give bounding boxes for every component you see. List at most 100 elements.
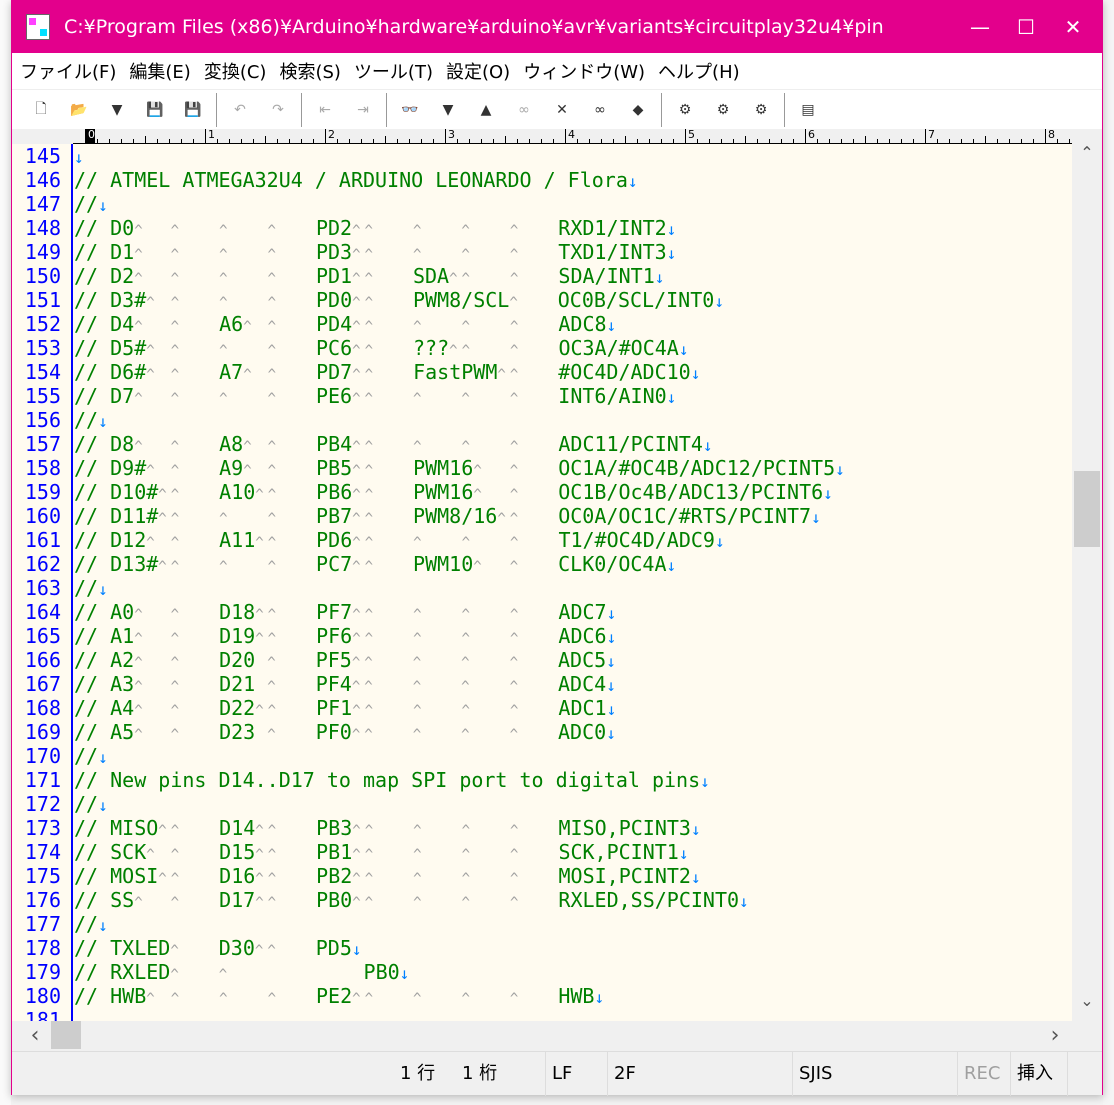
- grep-icon[interactable]: ∞: [581, 95, 619, 125]
- menu-item[interactable]: ファイル(F): [20, 58, 116, 84]
- redo-icon[interactable]: ↷: [259, 95, 297, 125]
- menu-item[interactable]: ウィンドウ(W): [523, 58, 645, 84]
- app-icon[interactable]: [26, 14, 50, 40]
- forward-icon[interactable]: ⇥: [344, 95, 382, 125]
- menu-item[interactable]: 編集(E): [129, 58, 190, 84]
- code-line[interactable]: // A2^ ^ D20 ^ PF5^ ^ ^ ^ ^ ADC5↓: [74, 648, 616, 672]
- outline-icon[interactable]: ◆: [619, 95, 657, 125]
- menu-item[interactable]: 設定(O): [446, 58, 510, 84]
- code-line[interactable]: // D7^ ^ ^ ^ PE6^ ^ ^ ^ ^ INT6/AIN0↓: [74, 384, 676, 408]
- minimize-button[interactable]: —: [957, 1, 1003, 53]
- code-line[interactable]: // New pins D14..D17 to map SPI port to …: [74, 768, 710, 792]
- code-line[interactable]: // D2^ ^ ^ ^ PD1^ ^ SDA^ ^ ^ SDA/INT1↓: [74, 264, 664, 288]
- settings-common-icon[interactable]: ⚙: [666, 95, 704, 125]
- code-line[interactable]: // D12^ ^ A11^ ^ PD6^ ^ ^ ^ ^ T1/#OC4D/ADC9↓: [74, 528, 725, 552]
- save-as-icon[interactable]: 💾: [174, 95, 212, 125]
- code-line[interactable]: //↓: [74, 912, 108, 936]
- code-line[interactable]: // A1^ ^ D19^ ^ PF6^ ^ ^ ^ ^ ADC6↓: [74, 624, 616, 648]
- vertical-scroll-thumb[interactable]: [1074, 470, 1100, 547]
- code-line[interactable]: // D10#^ ^ A10^ ^ PB6^ ^ PWM16^ ^ OC1B/Oc4B/ADC1…: [74, 480, 833, 504]
- tab-mark: ^: [461, 439, 470, 455]
- horizontal-scrollbar[interactable]: ‹ ›: [12, 1021, 1072, 1049]
- settings-font-icon[interactable]: ⚙: [742, 95, 780, 125]
- replace-icon[interactable]: ∞: [505, 95, 543, 125]
- line-number: 164: [24, 600, 61, 624]
- code-line[interactable]: // SS^ ^ D17^ ^ PB0^ ^ ^ ^ ^ RXLED,SS/PCINT0↓: [74, 888, 749, 912]
- code-line[interactable]: // D11#^ ^ ^ ^ PB7^ ^ PWM8/16^ ^ OC0A/OC1C/#RTS/…: [74, 504, 821, 528]
- scroll-right-icon[interactable]: ›: [1040, 1023, 1070, 1048]
- status-insert-mode[interactable]: 挿入: [1010, 1052, 1053, 1096]
- menu-item[interactable]: ツール(T): [354, 58, 433, 84]
- code-line[interactable]: // D9#^ ^ A9^ ^ PB5^ ^ PWM16^ ^ OC1A/#OC4B/ADC12…: [74, 456, 845, 480]
- code-line[interactable]: // D13#^ ^ ^ ^ PC7^ ^ PWM10^ ^ CLK0/OC4A↓: [74, 552, 676, 576]
- code-line[interactable]: // D4^ ^ A6^ ^ PD4^ ^ ^ ^ ^ ADC8↓: [74, 312, 616, 336]
- tab-mark: ^: [461, 895, 470, 911]
- tab-mark: ^: [412, 223, 422, 239]
- newline-mark-icon: ↓: [835, 460, 845, 479]
- line-number: 147: [24, 192, 61, 216]
- code-line[interactable]: // D0^ ^ ^ ^ PD2^ ^ ^ ^ ^ RXD1/INT2↓: [74, 216, 676, 240]
- open-folder-icon[interactable]: 📂: [60, 95, 98, 125]
- close-button[interactable]: ✕: [1050, 1, 1096, 53]
- code-line[interactable]: // A5^ ^ D23 ^ PF0^ ^ ^ ^ ^ ADC0↓: [74, 720, 616, 744]
- code-line[interactable]: //↓: [74, 576, 108, 600]
- code-line[interactable]: // D1^ ^ ^ ^ PD3^ ^ ^ ^ ^ TXD1/INT3↓: [74, 240, 676, 264]
- code-line[interactable]: // HWB^ ^ ^ ^ PE2^ ^ ^ ^ ^ HWB↓: [74, 984, 604, 1008]
- newline-mark-icon: ↓: [98, 796, 108, 815]
- undo-icon[interactable]: ↶: [221, 95, 259, 125]
- code-line[interactable]: ↓: [74, 144, 84, 168]
- code-line[interactable]: // D6#^ ^ A7^ ^ PD7^ ^ FastPWM^ ^ #OC4D/ADC10↓: [74, 360, 700, 384]
- tab-mark: ^: [134, 895, 143, 911]
- window-list-icon[interactable]: ▤: [789, 95, 827, 125]
- search-prev-icon[interactable]: ▲: [467, 95, 505, 125]
- tab-mark: ^: [364, 895, 374, 911]
- search-icon[interactable]: 👓: [391, 95, 429, 125]
- code-line[interactable]: //↓: [74, 408, 108, 432]
- settings-type-icon[interactable]: ⚙: [704, 95, 742, 125]
- code-line[interactable]: //↓: [74, 792, 108, 816]
- text-area[interactable]: 145 146 147 148 149 150 151 152 153 154 155 156 157 1…: [12, 144, 1072, 1021]
- menu-item[interactable]: 検索(S): [279, 58, 340, 84]
- resize-grip[interactable]: [1067, 1052, 1074, 1096]
- code-line[interactable]: // RXLED^ ^ PB0↓: [74, 960, 409, 984]
- ruler-tick: [625, 136, 626, 143]
- ruler-label: 0: [85, 129, 95, 143]
- title-bar[interactable]: C:¥Program Files (x86)¥Arduino¥hardware¥…: [12, 1, 1102, 53]
- code-line[interactable]: // SCK^ ^ D15^ ^ PB1^ ^ ^ ^ ^ SCK,PCINT1↓: [74, 840, 689, 864]
- code-line[interactable]: // MOSI^ ^ D16^ ^ PB2^ ^ ^ ^ ^ MOSI,PCINT2↓: [74, 864, 701, 888]
- clear-mark-icon[interactable]: ✕: [543, 95, 581, 125]
- ruler-tick: [589, 139, 590, 143]
- code-line[interactable]: //↓: [74, 192, 108, 216]
- menu-item[interactable]: 変換(C): [204, 58, 267, 84]
- vertical-scrollbar[interactable]: ⌃ ⌄: [1072, 129, 1102, 1021]
- scroll-up-icon[interactable]: ⌃: [1072, 143, 1102, 162]
- code-line[interactable]: // A0^ ^ D18^ ^ PF7^ ^ ^ ^ ^ ADC7↓: [74, 600, 616, 624]
- code-line[interactable]: // D8^ ^ A8^ ^ PB4^ ^ ^ ^ ^ ADC11/PCINT4↓: [74, 432, 713, 456]
- code-line[interactable]: // MISO^ ^ D14^ ^ PB3^ ^ ^ ^ ^ MISO,PCINT3↓: [74, 816, 701, 840]
- maximize-button[interactable]: ☐: [1003, 1, 1049, 53]
- tab-mark: ^: [352, 391, 361, 407]
- code-line[interactable]: // A3^ ^ D21 ^ PF4^ ^ ^ ^ ^ ADC4↓: [74, 672, 616, 696]
- dropdown-arrow-icon[interactable]: ▼: [98, 95, 136, 125]
- line-number: 150: [24, 264, 61, 288]
- horizontal-scroll-thumb[interactable]: [51, 1021, 81, 1049]
- tab-mark: ^: [267, 463, 277, 479]
- tab-mark: ^: [352, 463, 361, 479]
- line-number: 166: [24, 648, 61, 672]
- scroll-left-icon[interactable]: ‹: [20, 1023, 50, 1048]
- code-line[interactable]: // TXLED^ D30^ ^ PD5↓: [74, 936, 362, 960]
- status-eol[interactable]: LF: [545, 1052, 572, 1096]
- code-line[interactable]: // A4^ ^ D22^ ^ PF1^ ^ ^ ^ ^ ADC1↓: [74, 696, 616, 720]
- new-file-icon[interactable]: 🗋: [22, 95, 60, 125]
- menu-item[interactable]: ヘルプ(H): [658, 58, 740, 84]
- status-encoding[interactable]: SJIS: [792, 1052, 832, 1096]
- search-next-icon[interactable]: ▼: [429, 95, 467, 125]
- code-line[interactable]: // D5#^ ^ ^ ^ PC6^ ^ ???^ ^ ^ OC3A/#OC4A↓: [74, 336, 689, 360]
- code-line[interactable]: // D3#^ ^ ^ ^ PD0^ ^ PWM8/SCL^ OC0B/SCL/INT0↓: [74, 288, 724, 312]
- save-icon[interactable]: 💾: [136, 95, 174, 125]
- code-line[interactable]: //↓: [74, 744, 108, 768]
- back-icon[interactable]: ⇤: [306, 95, 344, 125]
- code-line[interactable]: // ATMEL ATMEGA32U4 / ARDUINO LEONARDO /…: [74, 168, 638, 192]
- tab-mark: ^: [255, 847, 264, 863]
- scroll-down-icon[interactable]: ⌄: [1072, 991, 1102, 1010]
